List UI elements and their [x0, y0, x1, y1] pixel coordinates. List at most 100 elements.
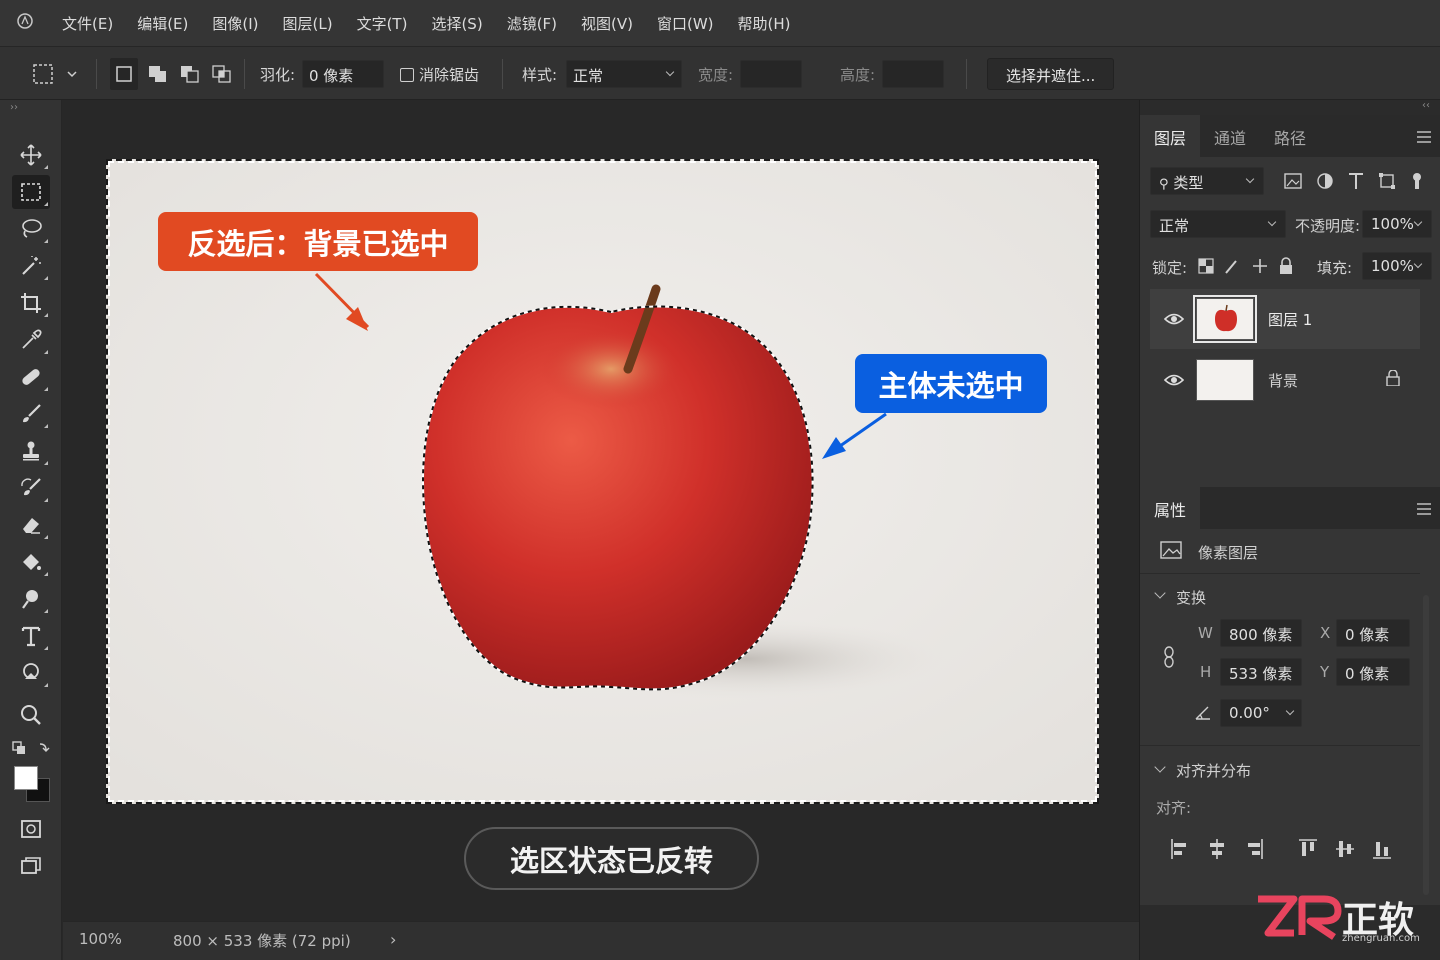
align-left-icon[interactable]: [1170, 838, 1190, 860]
layers-panel: ⚲ 类型 正常 不透明度: 100% 锁定: 填充: 100% 图层 1 背景: [1140, 157, 1440, 487]
menu-help[interactable]: 帮助(H): [726, 13, 803, 34]
chevron-right-icon[interactable]: ›: [390, 930, 396, 949]
blend-mode-select[interactable]: 正常: [1150, 210, 1286, 238]
status-bar: 100% 800 × 533 像素 (72 ppi) ›: [63, 921, 1139, 960]
healing-brush-tool[interactable]: [12, 360, 50, 394]
align-center-icon[interactable]: [1207, 838, 1227, 860]
panel-menu-icon[interactable]: [1417, 503, 1431, 518]
feather-input[interactable]: 0 像素: [302, 60, 384, 88]
align-bottom-icon[interactable]: [1372, 838, 1392, 860]
menu-bar: 文件(E) 编辑(E) 图像(I) 图层(L) 文字(T) 选择(S) 滤镜(F…: [0, 0, 1440, 46]
magic-wand-tool[interactable]: [12, 249, 50, 283]
type-tool[interactable]: [12, 619, 50, 653]
tab-paths[interactable]: 路径: [1260, 115, 1320, 157]
fill-input[interactable]: 100%: [1362, 252, 1432, 280]
new-selection-button[interactable]: [110, 58, 138, 90]
stamp-icon: [23, 441, 39, 461]
lasso-icon: [22, 219, 42, 238]
opacity-label: 不透明度:: [1295, 217, 1361, 235]
angle-icon: [1195, 706, 1210, 720]
clone-stamp-tool[interactable]: [12, 434, 50, 468]
expand-icon[interactable]: ‹‹: [1422, 100, 1430, 111]
menu-file[interactable]: 文件(E): [50, 13, 125, 34]
menu-layer[interactable]: 图层(L): [271, 13, 345, 34]
dodge-tool[interactable]: [12, 582, 50, 616]
lock-icons[interactable]: [1198, 257, 1298, 279]
callout-background-selected: 反选后：背景已选中: [158, 212, 478, 271]
intersect-selection-button[interactable]: [208, 58, 236, 94]
layer-row-layer1[interactable]: 图层 1: [1150, 289, 1420, 349]
zoom-level[interactable]: 100%: [79, 930, 122, 948]
crop-tool[interactable]: [12, 286, 50, 320]
w-label: W: [1198, 624, 1213, 642]
panel-menu-icon[interactable]: [1417, 131, 1431, 146]
quick-mask-tool[interactable]: [12, 812, 50, 846]
layer-name: 图层 1: [1268, 311, 1313, 329]
y-label: Y: [1320, 663, 1330, 681]
move-tool[interactable]: [12, 138, 50, 172]
fill-value: 100%: [1371, 257, 1414, 275]
align-top-icon[interactable]: [1298, 838, 1318, 860]
history-brush-tool[interactable]: [12, 471, 50, 505]
filter-label: 类型: [1173, 174, 1204, 192]
height-input[interactable]: [882, 60, 944, 88]
eyedropper-tool[interactable]: [12, 323, 50, 357]
layer-type-label: 像素图层: [1198, 544, 1259, 562]
brush-tool[interactable]: [12, 397, 50, 431]
layer-filter-select[interactable]: ⚲ 类型: [1150, 167, 1264, 195]
opacity-input[interactable]: 100%: [1362, 210, 1432, 238]
pixel-layer-icon: [1160, 541, 1182, 559]
lasso-tool[interactable]: [12, 212, 50, 246]
angle-field[interactable]: 0.00°: [1220, 699, 1302, 727]
add-selection-button[interactable]: [144, 58, 172, 94]
move-icon: [20, 144, 42, 166]
menu-window[interactable]: 窗口(W): [645, 13, 726, 34]
align-middle-icon[interactable]: [1335, 838, 1355, 860]
properties-scrollbar[interactable]: [1423, 595, 1429, 895]
menu-filter[interactable]: 滤镜(F): [495, 13, 569, 34]
layer-row-background[interactable]: 背景: [1150, 350, 1420, 410]
menu-type[interactable]: 文字(T): [345, 13, 420, 34]
marquee-preset-icon[interactable]: [32, 63, 82, 89]
layer-thumbnail: [1193, 295, 1257, 343]
eyedropper-icon: [22, 329, 42, 349]
properties-panel-tabs: 属性: [1140, 487, 1440, 529]
subtract-selection-button[interactable]: [176, 58, 204, 94]
height-field[interactable]: 533 像素: [1220, 658, 1302, 686]
filter-icons[interactable]: [1283, 171, 1433, 197]
tab-properties[interactable]: 属性: [1140, 487, 1201, 529]
lock-label: 锁定:: [1152, 259, 1188, 277]
marquee-tool[interactable]: [12, 175, 50, 209]
default-colors-icon[interactable]: [12, 740, 52, 762]
type-icon: [21, 626, 41, 647]
paint-bucket-tool[interactable]: [12, 545, 50, 579]
home-icon[interactable]: [0, 12, 50, 34]
chevron-down-icon: [665, 67, 675, 77]
align-section-title: 对齐并分布: [1176, 762, 1252, 780]
right-panels: ‹‹ 图层 通道 路径 ⚲ 类型 正常 不透明度: 100% 锁定: 填充: 1…: [1139, 100, 1440, 960]
menu-view[interactable]: 视图(V): [569, 13, 645, 34]
eye-icon: [1164, 313, 1184, 325]
align-right-icon[interactable]: [1244, 838, 1264, 860]
shape-tool[interactable]: [12, 656, 50, 690]
menu-edit[interactable]: 编辑(E): [125, 13, 200, 34]
zoom-tool[interactable]: [12, 698, 50, 732]
chevron-down-icon[interactable]: [1154, 761, 1166, 773]
y-field[interactable]: 0 像素: [1336, 658, 1410, 686]
antialias-checkbox[interactable]: 消除锯齿: [400, 64, 479, 85]
angle-value: 0.00°: [1229, 704, 1270, 722]
menu-image[interactable]: 图像(I): [200, 13, 270, 34]
layer-name: 背景: [1268, 372, 1299, 390]
screen-mode-tool[interactable]: [12, 850, 50, 884]
eraser-tool[interactable]: [12, 508, 50, 542]
chevron-down-icon[interactable]: [1154, 587, 1166, 599]
tab-channels[interactable]: 通道: [1200, 115, 1260, 157]
x-field[interactable]: 0 像素: [1336, 619, 1410, 647]
menu-select[interactable]: 选择(S): [419, 13, 494, 34]
collapse-icon[interactable]: ››: [10, 102, 18, 113]
select-and-mask-button[interactable]: 选择并遮住...: [987, 58, 1115, 90]
style-select[interactable]: 正常: [566, 60, 682, 88]
tab-layers[interactable]: 图层: [1140, 115, 1201, 157]
width-field[interactable]: 800 像素: [1220, 619, 1302, 647]
width-input[interactable]: [740, 60, 802, 88]
